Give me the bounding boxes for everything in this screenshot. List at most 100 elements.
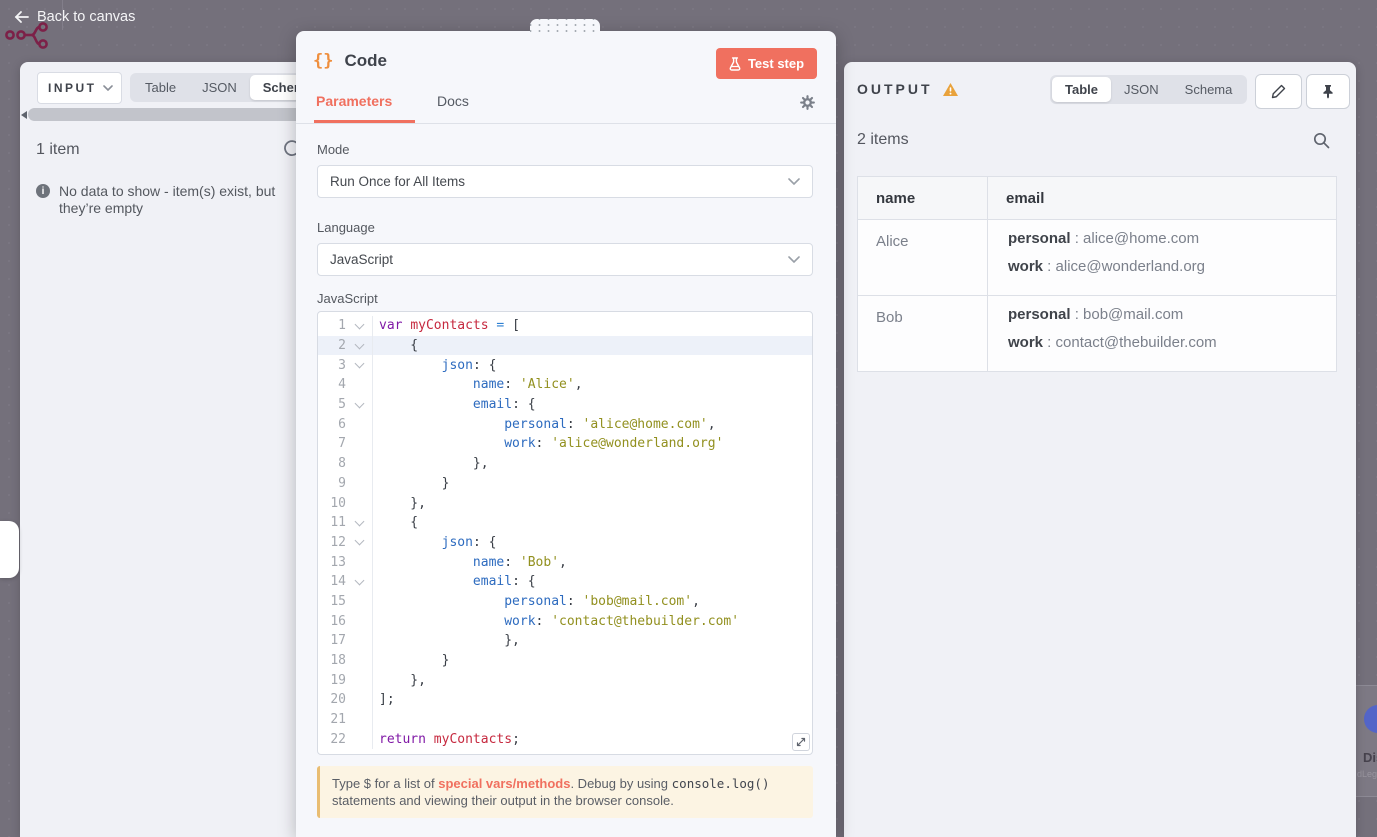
- line-number: 9: [338, 475, 346, 491]
- test-step-button[interactable]: Test step: [716, 48, 817, 79]
- code-line[interactable]: 13 name: 'Bob',: [318, 552, 812, 572]
- code-line[interactable]: 18 }: [318, 650, 812, 671]
- code-lines: 1 var myContacts = [2 {3 json: {4 name: '…: [318, 316, 812, 750]
- line-number: 18: [330, 653, 346, 669]
- fold-caret-icon[interactable]: [346, 358, 372, 369]
- input-tab-table[interactable]: Table: [132, 75, 189, 100]
- language-select[interactable]: JavaScript: [317, 243, 813, 276]
- code-line[interactable]: 3 json: {: [318, 355, 812, 376]
- code-node-modal: {} Code Test step Parameters Docs Mode R…: [296, 31, 836, 837]
- code-text: personal: 'alice@home.com',: [372, 414, 812, 435]
- code-text: {: [372, 335, 812, 356]
- cutoff-avatar-circle: [1364, 705, 1377, 733]
- line-number: 1: [338, 318, 346, 334]
- code-line[interactable]: 11 {: [318, 512, 812, 533]
- code-text: personal: 'bob@mail.com',: [372, 591, 812, 612]
- code-editor[interactable]: 1 var myContacts = [2 {3 json: {4 name: '…: [317, 311, 813, 755]
- input-source-select[interactable]: INPUT: [37, 72, 122, 104]
- code-line[interactable]: 7 work: 'alice@wonderland.org': [318, 434, 812, 454]
- code-line[interactable]: 21: [318, 709, 812, 730]
- column-header-email[interactable]: email: [987, 176, 1337, 220]
- code-line[interactable]: 16 work: 'contact@thebuilder.com': [318, 611, 812, 631]
- info-icon: i: [36, 184, 50, 198]
- table-header-row: name email: [857, 176, 1337, 220]
- code-line[interactable]: 12 json: {: [318, 532, 812, 553]
- search-icon[interactable]: [1313, 132, 1330, 149]
- code-text: var myContacts = [: [372, 316, 812, 336]
- fold-caret-icon[interactable]: [346, 575, 372, 586]
- arrow-left-icon: [14, 10, 30, 24]
- code-line[interactable]: 6 personal: 'alice@home.com',: [318, 414, 812, 435]
- test-step-label: Test step: [747, 56, 805, 71]
- output-tab-json[interactable]: JSON: [1111, 77, 1172, 102]
- code-text: name: 'Bob',: [372, 552, 812, 572]
- email-entry: personal : alice@home.com: [1008, 230, 1200, 247]
- fold-caret-icon[interactable]: [346, 516, 372, 527]
- code-line[interactable]: 17 },: [318, 631, 812, 651]
- line-number: 11: [330, 515, 346, 531]
- input-tab-json[interactable]: JSON: [189, 75, 250, 100]
- code-line[interactable]: 2 {: [318, 335, 812, 356]
- column-header-name[interactable]: name: [857, 176, 988, 220]
- line-number: 20: [330, 692, 346, 708]
- code-text: [372, 709, 812, 730]
- line-number: 16: [330, 613, 346, 629]
- code-text: return myContacts;: [372, 729, 812, 750]
- output-tab-schema[interactable]: Schema: [1172, 77, 1246, 102]
- email-entry: personal : bob@mail.com: [1008, 306, 1184, 323]
- code-line[interactable]: 8 },: [318, 453, 812, 474]
- code-line[interactable]: 10 },: [318, 493, 812, 513]
- modal-title: Code: [344, 51, 387, 70]
- collapsed-side-flap[interactable]: [0, 521, 19, 578]
- table-row[interactable]: Alice personal : alice@home.com work : ali…: [857, 219, 1337, 296]
- line-number: 22: [330, 731, 346, 747]
- hint-text-pre: Type $ for a list of: [332, 776, 439, 791]
- line-number: 3: [338, 357, 346, 373]
- back-to-canvas-button[interactable]: Back to canvas: [14, 9, 135, 25]
- empty-data-notice-text: No data to show - item(s) exist, but the…: [59, 183, 276, 216]
- email-entry: work : contact@thebuilder.com: [1008, 334, 1217, 351]
- line-number: 17: [330, 633, 346, 649]
- special-vars-link[interactable]: special vars/methods: [438, 776, 570, 791]
- line-number: 5: [338, 397, 346, 413]
- code-line[interactable]: 5 email: {: [318, 394, 812, 415]
- fold-caret-icon[interactable]: [346, 535, 372, 546]
- code-line[interactable]: 15 personal: 'bob@mail.com',: [318, 591, 812, 612]
- output-table: name email Alice personal : alice@home.co…: [857, 176, 1337, 372]
- input-panel-title: INPUT: [48, 81, 97, 95]
- code-line[interactable]: 20];: [318, 690, 812, 710]
- pin-data-button[interactable]: [1306, 74, 1350, 109]
- editor-resize-handle[interactable]: [792, 733, 810, 751]
- gear-icon[interactable]: [799, 94, 816, 111]
- table-row[interactable]: Bob personal : bob@mail.com work : contact…: [857, 295, 1337, 372]
- edit-output-button[interactable]: [1255, 74, 1302, 109]
- fold-caret-icon[interactable]: [346, 398, 372, 409]
- mode-select[interactable]: Run Once for All Items: [317, 165, 813, 198]
- code-line[interactable]: 19 },: [318, 670, 812, 691]
- hint-code-snippet: console.log(): [671, 776, 770, 791]
- line-number: 19: [330, 672, 346, 688]
- scroll-left-arrow-icon[interactable]: [21, 111, 27, 119]
- line-number: 14: [330, 574, 346, 590]
- tab-docs[interactable]: Docs: [437, 93, 469, 109]
- right-edge-cutoff-card: Dis dLega: [1356, 685, 1377, 797]
- output-tab-table[interactable]: Table: [1052, 77, 1111, 102]
- line-number: 8: [338, 456, 346, 472]
- code-line[interactable]: 22 return myContacts;: [318, 729, 812, 750]
- code-line[interactable]: 1 var myContacts = [: [318, 316, 812, 336]
- code-text: },: [372, 631, 812, 651]
- tab-parameters[interactable]: Parameters: [316, 93, 392, 109]
- code-text: }: [372, 650, 812, 671]
- code-line[interactable]: 14 email: {: [318, 571, 812, 592]
- code-line[interactable]: 4 name: 'Alice',: [318, 375, 812, 395]
- output-panel: OUTPUT Table JSON Schema 2 items name em…: [844, 62, 1356, 837]
- code-text: work: 'contact@thebuilder.com': [372, 611, 812, 631]
- code-line[interactable]: 9 }: [318, 473, 812, 494]
- fold-caret-icon[interactable]: [346, 339, 372, 349]
- chevron-down-icon: [788, 178, 800, 185]
- code-node-icon: {}: [313, 51, 334, 71]
- code-text: }: [372, 473, 812, 494]
- modal-drag-handle[interactable]: [530, 19, 600, 33]
- fold-caret-icon[interactable]: [346, 319, 372, 330]
- output-view-tabs: Table JSON Schema: [1050, 75, 1248, 104]
